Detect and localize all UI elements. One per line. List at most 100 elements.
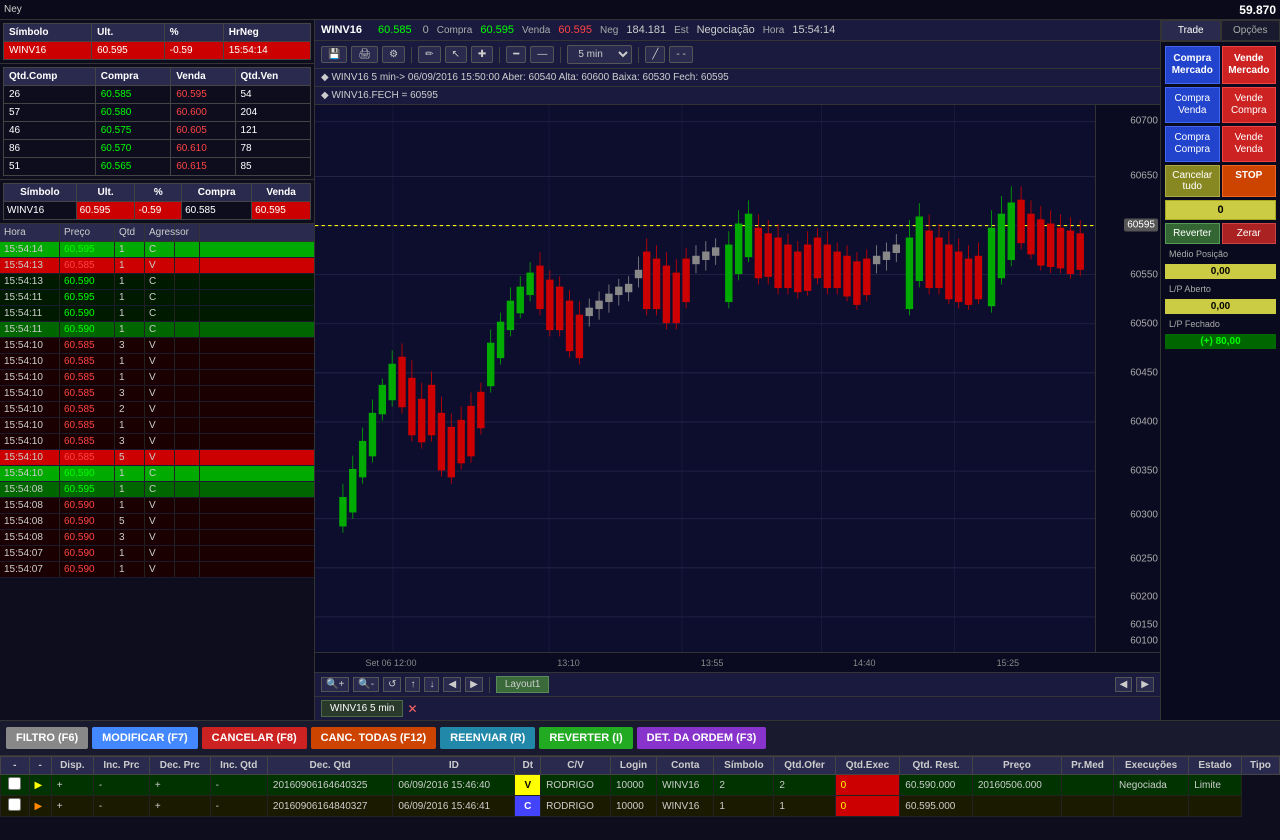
chart-nav-prev[interactable]: ◀ <box>1115 677 1133 692</box>
compra-venda-btn[interactable]: Compra Venda <box>1165 87 1220 123</box>
trade-hora: 15:54:13 <box>0 274 60 289</box>
offer-qtdven: 54 <box>235 86 311 104</box>
offer-venda: 60.595 <box>171 86 235 104</box>
nav-right-btn[interactable]: ▶ <box>465 677 483 692</box>
reverter--i--button[interactable]: REVERTER (I) <box>539 727 632 749</box>
trade-hora: 15:54:08 <box>0 482 60 497</box>
det--da-ordem--f---button[interactable]: DET. DA ORDEM (F3) <box>637 727 767 749</box>
trade-extra <box>175 402 200 417</box>
draw-line-icon[interactable]: ╱ <box>645 46 665 63</box>
time-axis: Set 06 12:00 13:10 13:55 14:40 15:25 <box>315 652 1160 672</box>
order-check[interactable] <box>8 777 21 790</box>
order-check[interactable] <box>8 798 21 811</box>
reenviar--r--button[interactable]: REENVIAR (R) <box>440 727 535 749</box>
zoom-in-btn[interactable]: 🔍+ <box>321 677 349 692</box>
scroll-down-btn[interactable]: ↓ <box>424 677 439 692</box>
vende-compra-btn[interactable]: Vende Compra <box>1222 87 1277 123</box>
trade-row: 15:54:11 60.595 1 C <box>0 290 314 306</box>
dash-icon[interactable]: - - <box>669 46 692 63</box>
chart-diamond-icon: ◆ <box>321 72 331 83</box>
trade-hora: 15:54:07 <box>0 562 60 577</box>
trade-extra <box>175 370 200 385</box>
cross-icon[interactable]: ✚ <box>471 46 493 63</box>
stop-btn[interactable]: STOP <box>1222 165 1277 197</box>
chart-header: WINV16 60.585 0 Compra 60.595 Venda 60.5… <box>315 20 1160 41</box>
orders-col-dt: Dt <box>515 757 541 775</box>
chart-est-label: Est <box>674 25 688 36</box>
trade-preco: 60.590 <box>60 274 115 289</box>
layout-tab[interactable]: Layout1 <box>496 676 550 693</box>
hline-icon[interactable]: — <box>530 46 554 63</box>
toolbar-sep1 <box>411 47 412 63</box>
cursor-icon[interactable]: ↖ <box>445 46 467 63</box>
vende-venda-btn[interactable]: Vende Venda <box>1222 126 1277 162</box>
canc--todas--f----button[interactable]: CANC. TODAS (F12) <box>311 727 437 749</box>
tab-opcoes[interactable]: Opções <box>1221 20 1280 41</box>
save-icon[interactable]: 💾 <box>321 46 347 63</box>
cancelar-tudo-btn[interactable]: Cancelar tudo <box>1165 165 1220 197</box>
nav-left-btn[interactable]: ◀ <box>443 677 461 692</box>
medio-position-value: 0,00 <box>1165 264 1276 279</box>
filtro--f---button[interactable]: FILTRO (F6) <box>6 727 88 749</box>
trade-preco: 60.595 <box>60 290 115 305</box>
orders-col-estado: Estado <box>1189 757 1242 775</box>
col-qtdven: Qtd.Ven <box>235 68 311 86</box>
trade-hora: 15:54:13 <box>0 258 60 273</box>
chart-venda: 60.595 <box>558 24 592 36</box>
trade-qtd: 1 <box>115 546 145 561</box>
timeframe-select[interactable]: 5 min 1 min 15 min <box>567 45 632 64</box>
compra-compra-btn[interactable]: Compra Compra <box>1165 126 1220 162</box>
chart-canvas[interactable] <box>315 105 1095 652</box>
orders-table-wrap[interactable]: --Disp.Inc. PrcDec. PrcInc. QtdDec. QtdI… <box>0 756 1280 840</box>
trade-ag: C <box>145 290 175 305</box>
zerar-btn[interactable]: Zerar <box>1222 223 1277 244</box>
chart-area[interactable]: 6070060650605956055060500604506040060350… <box>315 105 1160 652</box>
cancelar--f---button[interactable]: CANCELAR (F8) <box>202 727 307 749</box>
trade-qtd: 1 <box>115 274 145 289</box>
zoom-out-btn[interactable]: 🔍- <box>353 677 379 692</box>
zoom-reset-btn[interactable]: ↺ <box>383 677 401 692</box>
trade-preco: 60.595 <box>60 242 115 257</box>
trade-row: 15:54:11 60.590 1 C <box>0 322 314 338</box>
offer-qtdcomp: 46 <box>4 122 96 140</box>
bottom-toolbar: FILTRO (F6)MODIFICAR (F7)CANCELAR (F8)CA… <box>0 721 1280 756</box>
trade-ag: V <box>145 562 175 577</box>
sym2-pct: -0.59 <box>135 202 182 220</box>
trade-ag: V <box>145 546 175 561</box>
trade-ag: C <box>145 322 175 337</box>
draw-icon[interactable]: ✏ <box>418 46 440 63</box>
order-checkbox[interactable] <box>1 796 30 817</box>
trade-row: 15:54:07 60.590 1 V <box>0 546 314 562</box>
compra-mercado-btn[interactable]: Compra Mercado <box>1165 46 1220 84</box>
print-icon[interactable]: 🖨 <box>351 46 378 63</box>
trade-row: 15:54:10 60.585 1 V <box>0 418 314 434</box>
sym2-ult: 60.595 <box>76 202 135 220</box>
vende-mercado-btn[interactable]: Vende Mercado <box>1222 46 1277 84</box>
tab-trade[interactable]: Trade <box>1161 20 1221 41</box>
left-panel: Símbolo Ult. % HrNeg WINV16 60.595 -0.59… <box>0 20 315 720</box>
trade-hora: 15:54:14 <box>0 242 60 257</box>
table-row: ▶+-+-2016090616464032506/09/2016 15:46:4… <box>1 775 1280 796</box>
trade-qtd: 1 <box>115 482 145 497</box>
scroll-up-btn[interactable]: ↑ <box>405 677 420 692</box>
center-panel: WINV16 60.585 0 Compra 60.595 Venda 60.5… <box>315 20 1160 720</box>
reverter-btn[interactable]: Reverter <box>1165 223 1220 244</box>
symbol2-section: Símbolo Ult. % Compra Venda WINV16 60.59… <box>0 180 314 224</box>
chart-tag-close[interactable]: ✕ <box>407 702 417 716</box>
sym1-hrneg: 15:54:14 <box>223 42 310 60</box>
trade-ag: V <box>145 402 175 417</box>
offer-venda: 60.600 <box>171 104 235 122</box>
order-cell: C <box>515 796 541 817</box>
candlestick-chart[interactable] <box>315 105 1095 652</box>
settings-icon[interactable]: ⚙ <box>382 46 405 63</box>
offer-compra: 60.570 <box>95 140 170 158</box>
chart-nav-next[interactable]: ▶ <box>1136 677 1154 692</box>
order-checkbox[interactable] <box>1 775 30 796</box>
line-icon[interactable]: ━ <box>506 46 526 63</box>
modificar--f---button[interactable]: MODIFICAR (F7) <box>92 727 198 749</box>
trade-qtd: 1 <box>115 562 145 577</box>
order-cell: 06/09/2016 15:46:41 <box>393 796 515 817</box>
trade-extra <box>175 418 200 433</box>
trade-ag: V <box>145 434 175 449</box>
qty-input[interactable] <box>1165 200 1276 220</box>
